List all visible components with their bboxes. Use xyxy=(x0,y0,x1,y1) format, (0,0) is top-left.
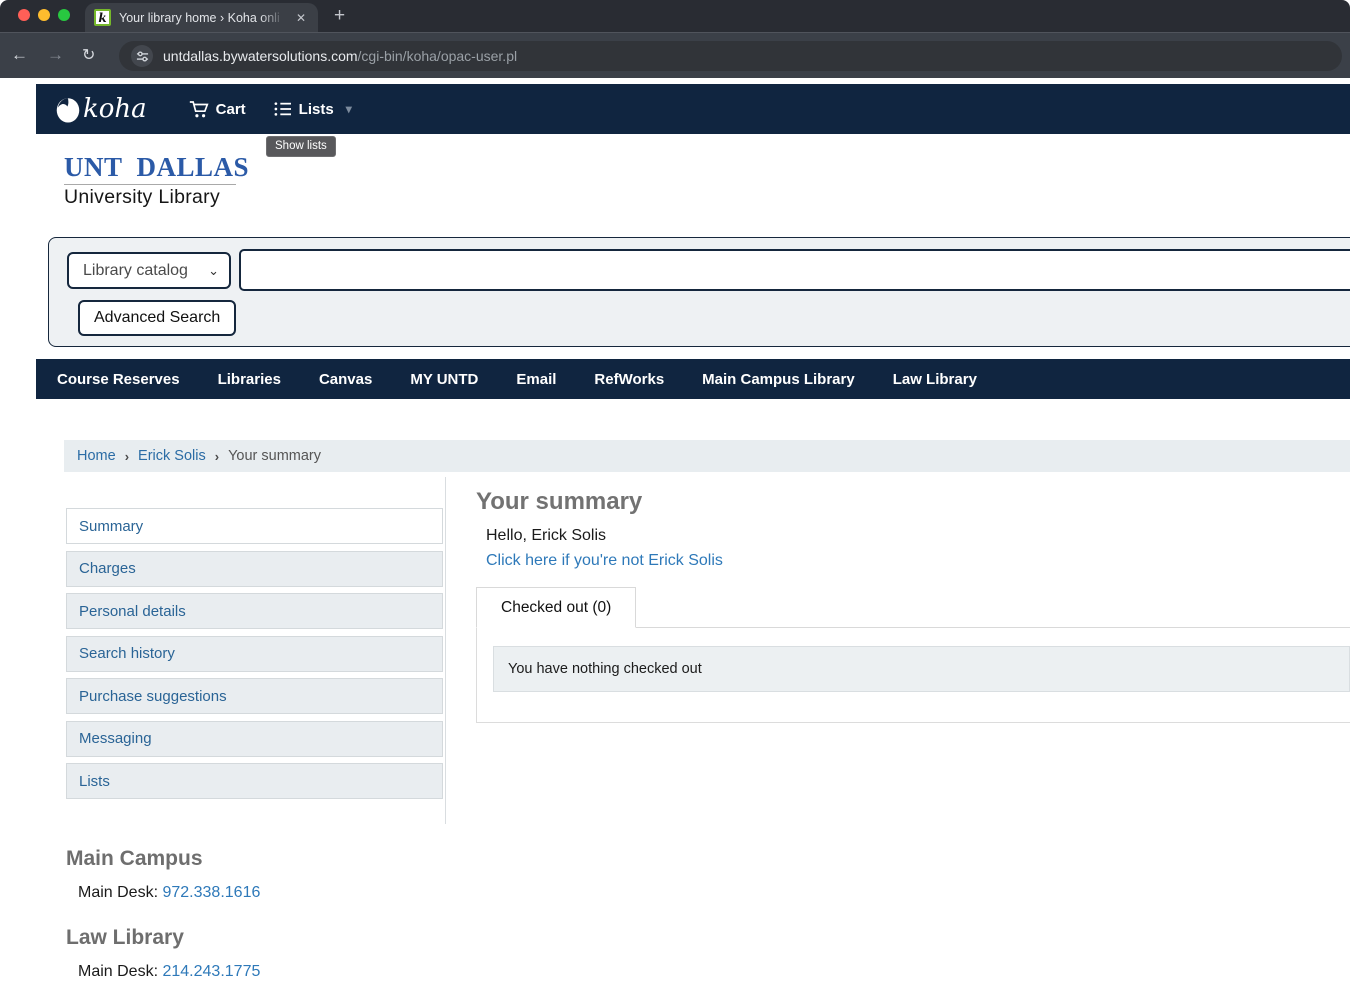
back-icon[interactable]: ← xyxy=(11,45,28,65)
new-tab-button[interactable]: + xyxy=(334,5,345,27)
logo-rule xyxy=(64,184,236,185)
cart-button[interactable]: Cart xyxy=(189,100,246,119)
sidebar-item-charges[interactable]: Charges xyxy=(66,551,443,587)
breadcrumb-current: Your summary xyxy=(228,448,321,464)
cart-label: Cart xyxy=(216,101,246,118)
nav-canvas[interactable]: Canvas xyxy=(319,371,372,388)
url-text: untdallas.bywatersolutions.com/cgi-bin/k… xyxy=(163,48,517,64)
library-logo[interactable]: UNT DALLAS University Library xyxy=(64,152,236,209)
university-library-text: University Library xyxy=(64,186,236,209)
nav-law-library[interactable]: Law Library xyxy=(893,371,977,388)
sidebar-item-purchase-suggestions[interactable]: Purchase suggestions xyxy=(66,678,443,714)
chevron-down-icon: ▾ xyxy=(346,102,352,116)
browser-toolbar: ← → ↻ untdallas.bywatersolutions.com/cgi… xyxy=(0,32,1350,78)
advanced-search-button[interactable]: Advanced Search xyxy=(78,300,236,336)
zoom-window-button[interactable] xyxy=(58,9,70,21)
desk-label: Main Desk: xyxy=(78,963,158,980)
close-window-button[interactable] xyxy=(18,9,30,21)
lists-label: Lists xyxy=(299,101,334,118)
unt-text: UNT xyxy=(64,152,123,183)
browser-tab[interactable]: k Your library home › Koha onli ✕ xyxy=(85,3,318,32)
sidebar-item-search-history[interactable]: Search history xyxy=(66,636,443,672)
law-library-phone-link[interactable]: 214.243.1775 xyxy=(162,963,260,980)
account-sidebar: Summary Charges Personal details Search … xyxy=(64,477,446,824)
law-library-desk-line: Main Desk: 214.243.1775 xyxy=(78,963,1350,981)
select-chevron-icon: ⌄ xyxy=(208,263,219,279)
desk-label: Main Desk: xyxy=(78,884,158,901)
main-campus-desk-line: Main Desk: 972.338.1616 xyxy=(78,884,1350,902)
nav-libraries[interactable]: Libraries xyxy=(218,371,281,388)
koha-logo[interactable]: koha xyxy=(55,94,147,124)
nav-email[interactable]: Email xyxy=(516,371,556,388)
close-tab-icon[interactable]: ✕ xyxy=(293,9,309,27)
main-campus-heading: Main Campus xyxy=(66,847,1350,871)
law-library-heading: Law Library xyxy=(66,926,1350,950)
breadcrumb-home-link[interactable]: Home xyxy=(77,448,116,464)
reload-icon[interactable]: ↻ xyxy=(82,45,95,65)
tab-checked-out[interactable]: Checked out (0) xyxy=(476,587,636,628)
nav-my-untd[interactable]: MY UNTD xyxy=(410,371,478,388)
unt-dallas-wordmark: UNT DALLAS xyxy=(64,152,236,183)
summary-main: Your summary Hello, Erick Solis Click he… xyxy=(446,477,1350,824)
nav-course-reserves[interactable]: Course Reserves xyxy=(57,371,180,388)
greeting-text: Hello, Erick Solis xyxy=(486,527,1350,545)
page-title: Your summary xyxy=(476,489,1350,515)
main-campus-phone-link[interactable]: 972.338.1616 xyxy=(162,884,260,901)
search-panel: Library catalog ⌄ Advanced Search xyxy=(48,237,1350,347)
site-info-icon[interactable] xyxy=(131,45,153,67)
url-bar[interactable]: untdallas.bywatersolutions.com/cgi-bin/k… xyxy=(119,41,1342,71)
summary-tabs: Checked out (0) xyxy=(476,587,1350,628)
dallas-text: DALLAS xyxy=(137,152,250,183)
lists-menu-button[interactable]: Lists ▾ xyxy=(274,101,352,118)
breadcrumb-user-link[interactable]: Erick Solis xyxy=(138,448,206,464)
library-contact-info: Main Campus Main Desk: 972.338.1616 Law … xyxy=(66,847,1350,981)
url-path: /cgi-bin/koha/opac-user.pl xyxy=(358,48,518,64)
catalog-select-value: Library catalog xyxy=(83,262,188,280)
sidebar-item-messaging[interactable]: Messaging xyxy=(66,721,443,757)
search-input[interactable] xyxy=(239,249,1350,291)
sidebar-item-personal-details[interactable]: Personal details xyxy=(66,593,443,629)
tab-strip: k Your library home › Koha onli ✕ + xyxy=(0,0,1350,32)
tab-title: Your library home › Koha onli xyxy=(119,11,285,25)
page-viewport: koha Cart Lists ▾ Show lists UNT DALLAS xyxy=(0,84,1350,984)
minimize-window-button[interactable] xyxy=(38,9,50,21)
cart-icon xyxy=(189,100,209,119)
empty-checkouts-message: You have nothing checked out xyxy=(493,646,1350,692)
forward-icon[interactable]: → xyxy=(47,45,64,65)
sidebar-item-lists[interactable]: Lists xyxy=(66,763,443,799)
breadcrumb: Home › Erick Solis › Your summary xyxy=(64,440,1350,472)
nav-main-campus-library[interactable]: Main Campus Library xyxy=(702,371,855,388)
chevron-right-icon: › xyxy=(125,449,129,464)
url-domain: untdallas.bywatersolutions.com xyxy=(163,48,358,64)
chevron-right-icon: › xyxy=(215,449,219,464)
sidebar-item-summary[interactable]: Summary xyxy=(66,508,443,544)
koha-favicon-icon: k xyxy=(94,9,111,26)
browser-chrome: k Your library home › Koha onli ✕ + ← → … xyxy=(0,0,1350,78)
koha-bird-icon xyxy=(55,95,81,124)
nav-refworks[interactable]: RefWorks xyxy=(594,371,664,388)
catalog-select[interactable]: Library catalog ⌄ xyxy=(67,252,231,289)
show-lists-tooltip: Show lists xyxy=(266,136,336,157)
site-navbar: Course Reserves Libraries Canvas MY UNTD… xyxy=(36,359,1350,399)
content-area: Summary Charges Personal details Search … xyxy=(64,477,1350,824)
koha-logo-text: koha xyxy=(83,94,147,124)
list-icon xyxy=(274,101,292,117)
not-you-link[interactable]: Click here if you're not Erick Solis xyxy=(486,552,723,570)
checked-out-panel: You have nothing checked out xyxy=(476,628,1350,723)
koha-header: koha Cart Lists ▾ xyxy=(36,84,1350,134)
